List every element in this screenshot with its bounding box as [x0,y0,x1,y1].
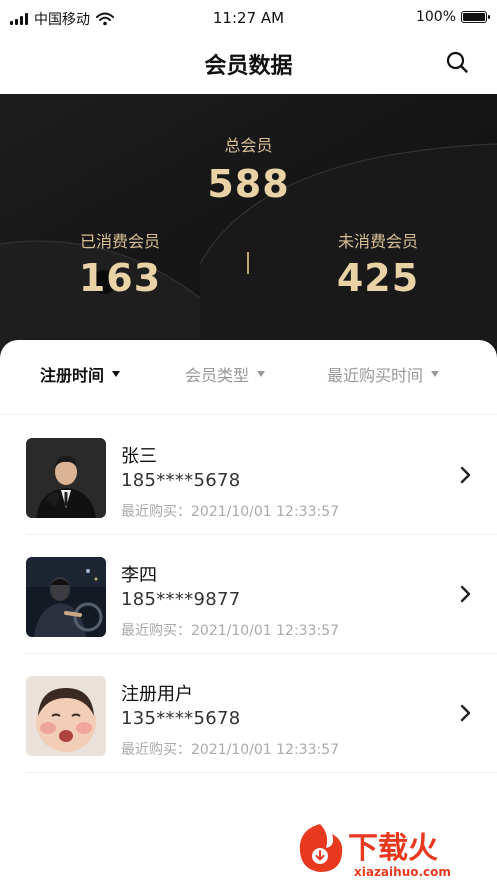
status-bar: 中国移动 11:27 AM 100% [0,0,497,36]
stats-header: 总会员 588 已消费会员 163 未消费会员 425 [0,94,497,364]
watermark-text: 下载火 [348,831,438,866]
filter-divider [0,414,497,415]
unspent-members-value: 425 [336,256,420,300]
filter-bar: 注册时间 会员类型 最近购买时间 [0,362,497,398]
chevron-right-icon [460,704,471,722]
spent-members-value: 163 [78,256,162,300]
member-phone: 185****5678 [121,470,241,491]
filter-label: 会员类型 [185,366,250,385]
avatar [26,438,106,518]
member-recent-purchase: 最近购买：2021/10/01 12:33:57 [121,504,340,520]
search-icon[interactable] [445,50,469,74]
row-divider [26,772,497,773]
caret-down-icon [112,371,121,377]
battery-fill [463,13,485,21]
chevron-right-icon [460,466,471,484]
spent-members-label: 已消费会员 [79,232,160,251]
total-members-value: 588 [207,162,290,206]
avatar [26,676,106,756]
member-sheet: 注册时间 会员类型 最近购买时间 张三 185****5678 最近购买：202… [0,340,497,883]
status-right: 100% [415,9,490,25]
chevron-right-icon [460,585,471,603]
caret-down-icon [431,371,440,377]
avatar [26,557,106,637]
member-name: 注册用户 [121,684,193,705]
member-name: 李四 [121,565,157,586]
caret-down-icon [257,371,266,377]
watermark-logo: 下载火 xiazaihuo.com [299,824,451,879]
unspent-members-label: 未消费会员 [337,232,418,251]
filter-label: 最近购买时间 [327,366,424,385]
filter-register-time[interactable]: 注册时间 [40,362,121,386]
list-item[interactable]: 李四 185****9877 最近购买：2021/10/01 12:33:57 [0,535,497,654]
nav-bar: 会员数据 [0,36,497,94]
stats-divider [247,252,249,274]
member-phone: 135****5678 [121,708,241,729]
avatar-image [26,676,106,756]
filter-label: 注册时间 [40,366,105,385]
filter-recent-purchase[interactable]: 最近购买时间 [327,362,440,386]
battery-icon [461,11,490,23]
page-title: 会员数据 [204,54,293,79]
member-list: 张三 185****5678 最近购买：2021/10/01 12:33:57 [0,416,497,773]
avatar-image [26,438,106,518]
filter-member-type[interactable]: 会员类型 [185,362,266,386]
member-recent-purchase: 最近购买：2021/10/01 12:33:57 [121,623,340,639]
total-members-label: 总会员 [224,136,273,155]
member-name: 张三 [121,446,157,467]
member-recent-purchase: 最近购买：2021/10/01 12:33:57 [121,742,340,758]
list-item[interactable]: 张三 185****5678 最近购买：2021/10/01 12:33:57 [0,416,497,535]
list-item[interactable]: 注册用户 135****5678 最近购买：2021/10/01 12:33:5… [0,654,497,773]
watermark-url: xiazaihuo.com [354,865,451,879]
member-phone: 185****9877 [121,589,241,610]
avatar-image [26,557,106,637]
battery-percent: 100% [415,9,456,25]
